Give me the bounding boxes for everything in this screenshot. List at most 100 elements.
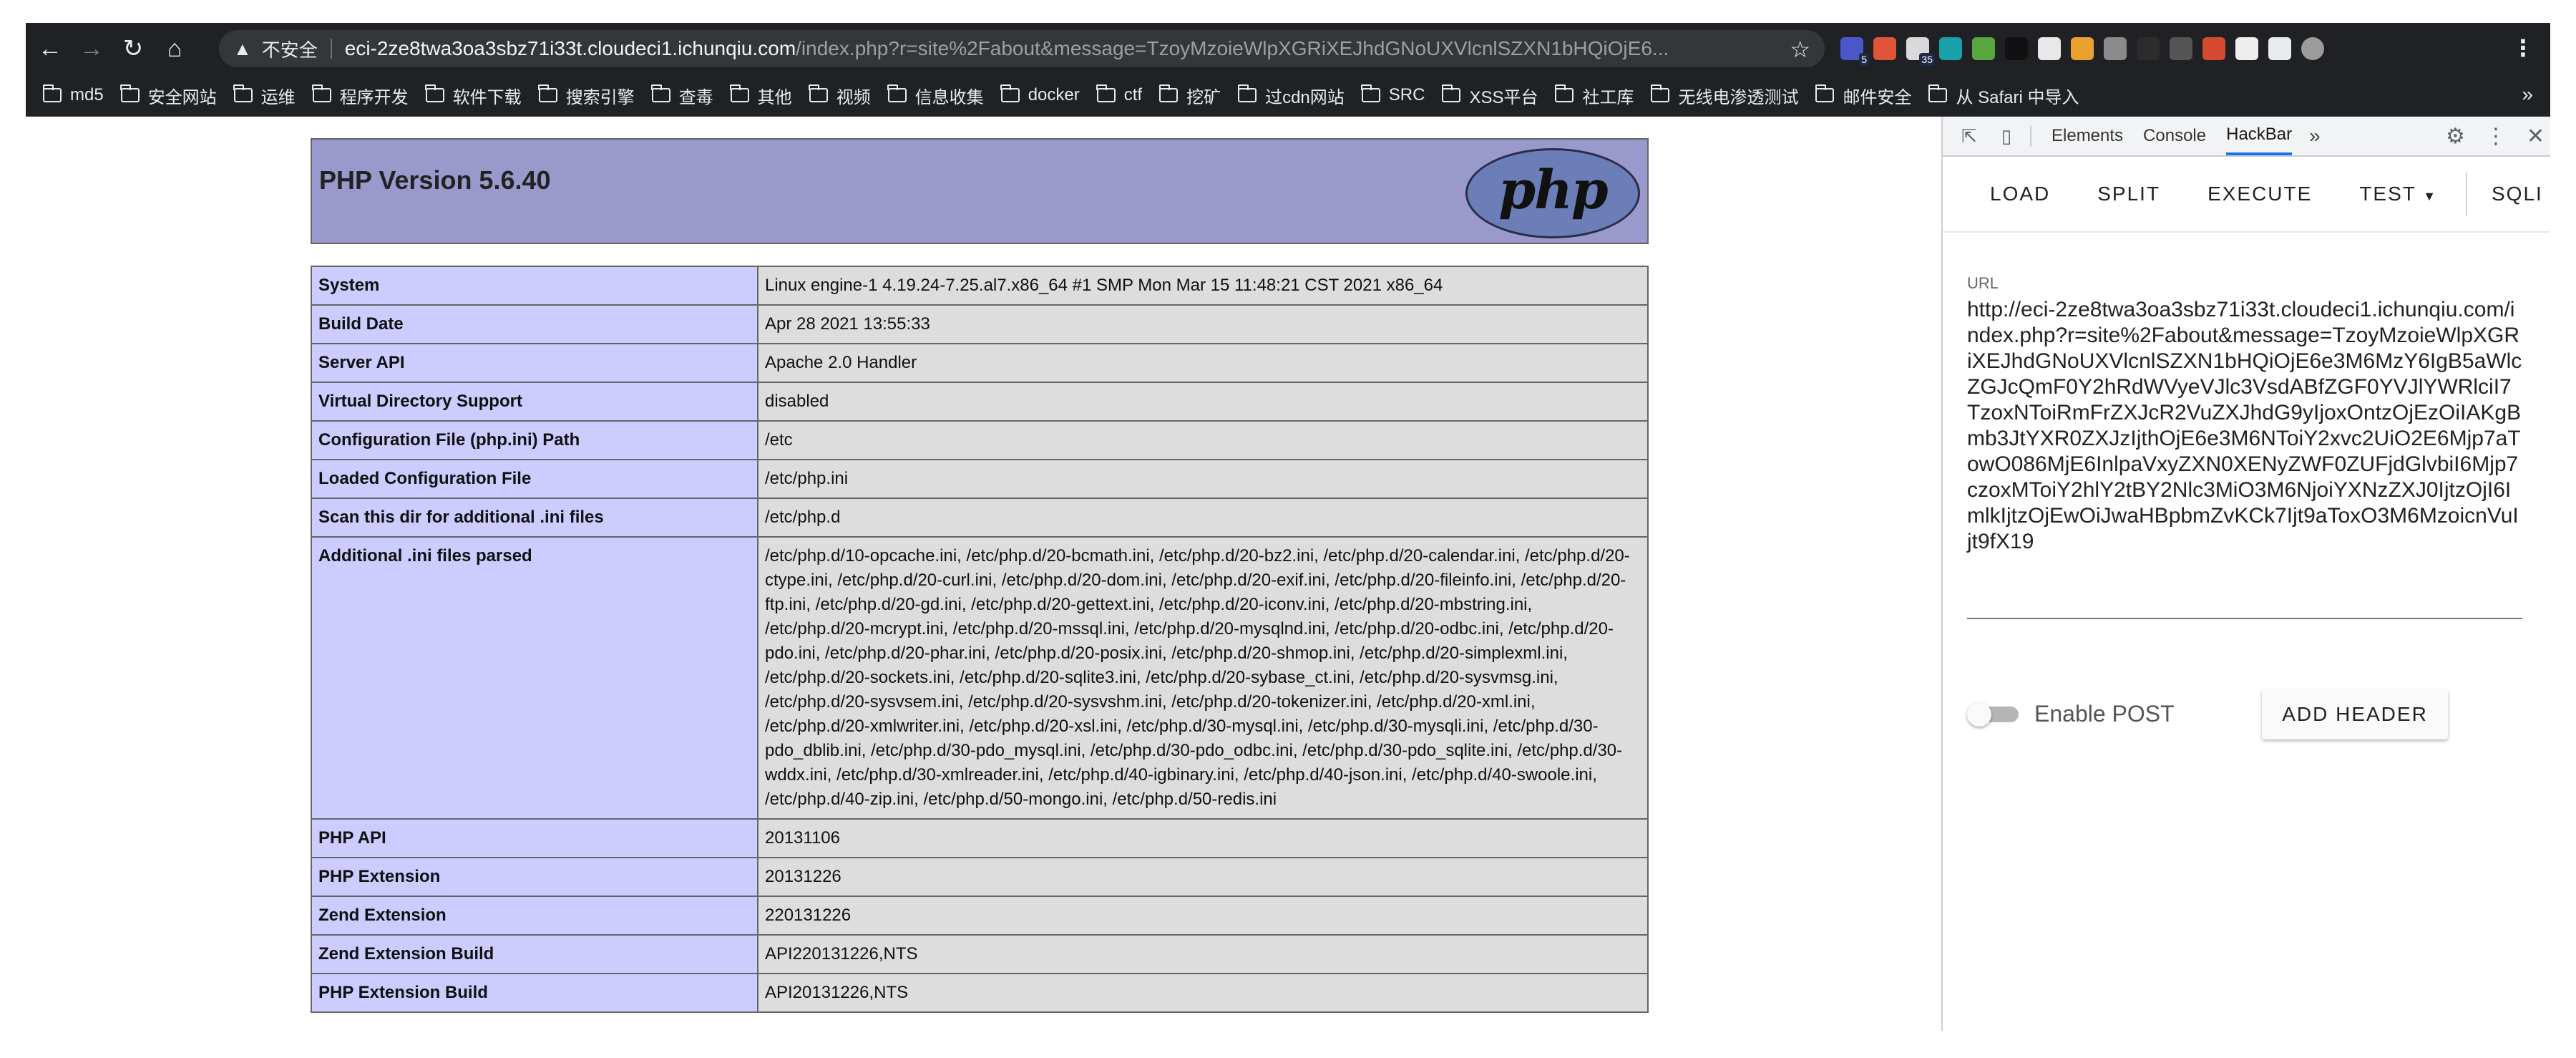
phpinfo-header: PHP Version 5.6.40 php — [311, 138, 1649, 244]
row-value: disabled — [757, 382, 1649, 422]
row-key: Loaded Configuration File — [311, 459, 758, 499]
row-key: PHP API — [311, 818, 758, 858]
bookmark-folder[interactable]: SRC — [1361, 84, 1425, 105]
ext-ring-icon[interactable] — [2202, 37, 2225, 60]
split-button[interactable]: SPLIT — [2097, 183, 2160, 205]
bookmark-folder[interactable]: md5 — [42, 84, 104, 105]
ext-m-icon[interactable] — [1939, 37, 1962, 60]
tab-elements[interactable]: Elements — [2051, 117, 2123, 155]
settings-gear-icon[interactable]: ⚙ — [2446, 124, 2465, 149]
address-bar[interactable]: ▲ 不安全 eci-2ze8twa3oa3sbz71i33t.cloudeci1… — [219, 30, 1825, 67]
forward-arrow-icon[interactable]: → — [74, 31, 109, 66]
extension-badge: 35 — [1919, 53, 1935, 66]
page-title: PHP Version 5.6.40 — [319, 165, 551, 195]
bookmarks-overflow-chevron-icon[interactable]: » — [2522, 83, 2533, 106]
folder-icon — [42, 84, 62, 102]
test-dropdown-button[interactable]: TEST ▼ — [2359, 183, 2437, 205]
folder-icon — [1096, 84, 1116, 102]
page-viewport: PHP Version 5.6.40 php System Linux engin… — [26, 117, 1941, 1031]
bookmark-folder[interactable]: 从 Safari 中导入 — [1928, 83, 2079, 108]
table-row: PHP Extension 20131226 — [311, 857, 1649, 897]
devtools-menu-kebab-icon[interactable]: ⋮ — [2485, 124, 2507, 149]
omnibox-divider — [330, 39, 332, 59]
table-row: PHP API 20131106 — [311, 818, 1649, 858]
ext-puzzle-blue-icon[interactable]: 5 — [1840, 37, 1869, 66]
browser-menu-kebab-icon[interactable]: ⋮ — [2512, 34, 2534, 62]
folder-icon — [1554, 84, 1574, 102]
row-key: Zend Extension Build — [311, 934, 758, 974]
php-logo[interactable]: php — [1465, 148, 1640, 238]
tab-console[interactable]: Console — [2143, 117, 2206, 155]
ext-color-icon[interactable] — [2071, 37, 2094, 60]
bookmark-folder[interactable]: 挖矿 — [1158, 83, 1221, 108]
tab-hackbar[interactable]: HackBar — [2226, 117, 2293, 155]
row-value: Apr 28 2021 13:55:33 — [757, 304, 1649, 344]
bookmark-folder[interactable]: docker — [1000, 84, 1080, 105]
extension-badge: 5 — [1859, 53, 1869, 66]
ext-doc-icon[interactable] — [2038, 37, 2061, 60]
url-textarea[interactable]: http://eci-2ze8twa3oa3sbz71i33t.cloudeci… — [1967, 297, 2522, 555]
ext-info-icon[interactable] — [2170, 37, 2192, 60]
row-key: Additional .ini files parsed — [311, 536, 758, 820]
table-row: System Linux engine-1 4.19.24-7.25.al7.x8… — [311, 266, 1649, 306]
row-value: /etc/php.d — [757, 498, 1649, 538]
bookmark-folder[interactable]: XSS平台 — [1441, 83, 1538, 108]
ext-github-icon[interactable] — [2235, 37, 2258, 60]
bookmark-folder[interactable]: ctf — [1096, 84, 1142, 105]
toggle-knob — [1967, 702, 1991, 727]
close-icon[interactable]: ✕ — [2527, 124, 2545, 149]
ext-square-icon[interactable] — [2137, 37, 2160, 60]
security-label[interactable]: 不安全 — [262, 36, 318, 62]
bookmark-star-icon[interactable]: ☆ — [1790, 36, 1810, 63]
load-button[interactable]: LOAD — [1990, 183, 2050, 205]
devtools-divider — [2030, 125, 2031, 147]
bookmark-folder[interactable]: 无线电渗透测试 — [1650, 83, 1798, 108]
ext-grid-icon[interactable] — [1873, 37, 1896, 60]
bookmark-folder[interactable]: 搜索引擎 — [538, 83, 635, 108]
sqli-button[interactable]: SQLI — [2492, 183, 2543, 205]
bookmark-label: 程序开发 — [339, 87, 409, 107]
bookmark-folder[interactable]: 运维 — [233, 83, 296, 108]
ext-flag-icon[interactable]: 35 — [1906, 37, 1935, 66]
devtools-panel: ⇱ ▯ Elements Console HackBar » ⚙ ⋮ ✕ LOA… — [1941, 117, 2550, 1031]
extensions-puzzle-icon[interactable] — [2268, 37, 2291, 60]
bookmark-folder[interactable]: 社工库 — [1554, 83, 1634, 108]
bookmark-label: 搜索引擎 — [565, 87, 635, 107]
row-value: 20131226 — [757, 857, 1649, 897]
folder-icon — [233, 84, 253, 102]
url-text[interactable]: eci-2ze8twa3oa3sbz71i33t.cloudeci1.ichun… — [345, 37, 1726, 60]
reload-icon[interactable]: ↻ — [116, 31, 150, 66]
bookmark-folder[interactable]: 安全网站 — [120, 83, 217, 108]
enable-post-toggle[interactable] — [1967, 702, 2021, 727]
test-button-label: TEST — [2359, 183, 2416, 205]
bookmark-folder[interactable]: 信息收集 — [887, 83, 984, 108]
row-key: Scan this dir for additional .ini files — [311, 498, 758, 538]
execute-button[interactable]: EXECUTE — [2207, 183, 2312, 205]
add-header-button[interactable]: ADD HEADER — [2262, 689, 2448, 739]
bookmark-folder[interactable]: 其他 — [730, 83, 792, 108]
row-key: Zend Extension — [311, 896, 758, 936]
hackbar-divider — [2465, 173, 2467, 215]
bookmark-folder[interactable]: 程序开发 — [312, 83, 409, 108]
bookmark-folder[interactable]: 查毒 — [651, 83, 713, 108]
phpinfo-table: System Linux engine-1 4.19.24-7.25.al7.x8… — [311, 266, 1649, 1013]
bookmark-folder[interactable]: 视频 — [809, 83, 871, 108]
more-tabs-chevron-icon[interactable]: » — [2309, 125, 2321, 147]
inspect-element-icon[interactable]: ⇱ — [1958, 125, 1980, 147]
ext-gear-icon[interactable] — [2104, 37, 2127, 60]
table-row: Server API Apache 2.0 Handler — [311, 343, 1649, 383]
bookmark-folder[interactable]: 邮件安全 — [1815, 83, 1911, 108]
folder-icon — [809, 84, 828, 102]
bookmark-label: md5 — [70, 85, 104, 105]
row-key: Server API — [311, 343, 758, 383]
bookmark-folder[interactable]: 软件下载 — [425, 83, 522, 108]
bookmark-label: 挖矿 — [1186, 87, 1221, 107]
home-icon[interactable]: ⌂ — [157, 31, 192, 66]
ext-bug-icon[interactable] — [1972, 37, 1995, 60]
profile-avatar-icon[interactable] — [2301, 37, 2324, 60]
ext-circle-icon[interactable] — [2005, 37, 2028, 60]
bookmark-folder[interactable]: 过cdn网站 — [1237, 83, 1345, 108]
back-arrow-icon[interactable]: ← — [33, 31, 67, 66]
url-path: /index.php?r=site%2Fabout&message=TzoyMz… — [796, 37, 1669, 59]
device-toggle-icon[interactable]: ▯ — [1996, 125, 2017, 147]
